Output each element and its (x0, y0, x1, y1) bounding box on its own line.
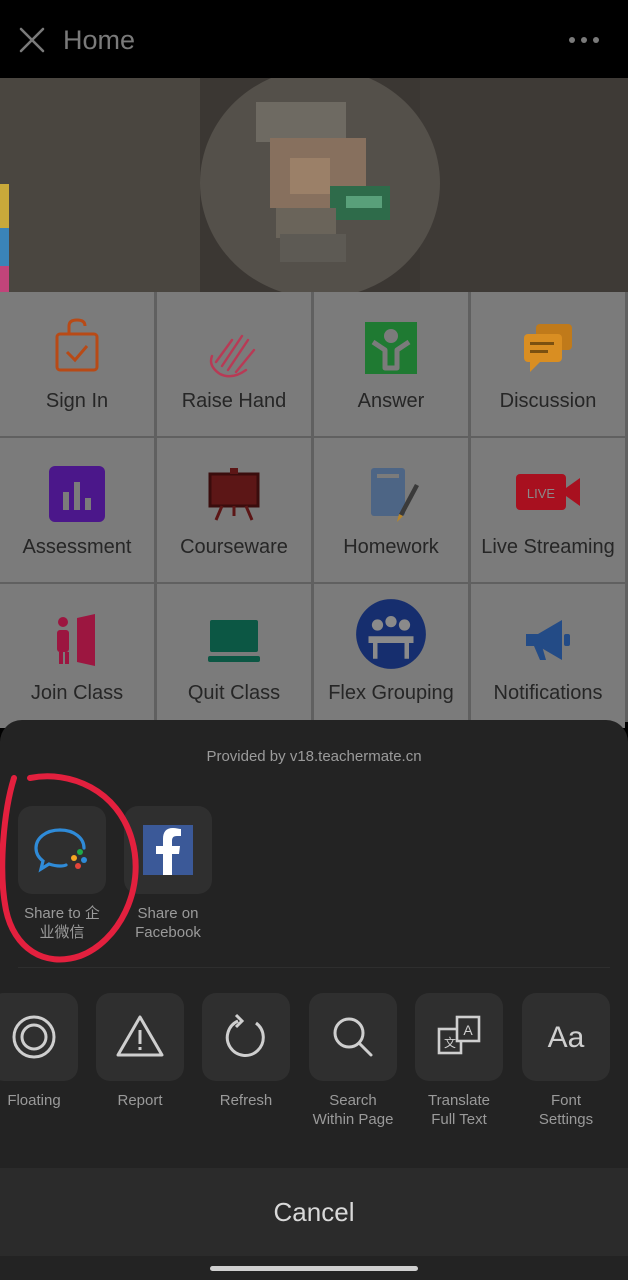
grid-item-label: Raise Hand (181, 390, 287, 412)
action-tile: Aa (522, 993, 610, 1081)
grid-item-assessment[interactable]: Assessment (0, 438, 154, 582)
laptop-icon (208, 620, 260, 662)
annotation-circle (0, 773, 139, 963)
action-label: Translate Full Text (428, 1092, 490, 1128)
top-bar: Home (0, 0, 628, 78)
svg-text:A: A (463, 1022, 473, 1038)
action-floating-button[interactable]: Floating (0, 993, 86, 1110)
calendar-check-icon (55, 318, 99, 372)
action-label: Floating (7, 1092, 61, 1109)
notebook-pen-icon (371, 468, 419, 522)
warning-icon (116, 1015, 164, 1057)
provided-by-text: Provided by v18.teachermate.cn (206, 748, 422, 765)
person-answer-icon (365, 322, 417, 374)
close-icon[interactable] (16, 24, 48, 56)
action-search-button[interactable]: Search Within Page (301, 993, 405, 1129)
grid-item-flex-grouping[interactable]: Flex Grouping (314, 584, 468, 728)
action-tile (202, 993, 290, 1081)
grid-item-notifications[interactable]: Notifications (471, 584, 625, 728)
action-font-settings-button[interactable]: Aa Font Settings (514, 993, 618, 1129)
grid-item-live-streaming[interactable]: LIVE Live Streaming (471, 438, 625, 582)
grid-item-label: Live Streaming (481, 536, 615, 558)
home-indicator[interactable] (210, 1266, 418, 1271)
search-icon (333, 1017, 373, 1057)
grid-item-label: Notifications (493, 682, 603, 704)
cancel-button[interactable]: Cancel (0, 1168, 628, 1256)
svg-text:LIVE: LIVE (527, 486, 556, 501)
pixelated-photo (0, 78, 628, 292)
hand-icon (209, 334, 256, 378)
grid-item-courseware[interactable]: Courseware (157, 438, 311, 582)
grid-item-label: Quit Class (187, 682, 281, 704)
door-enter-icon (57, 614, 95, 666)
grid-item-label: Assessment (22, 536, 132, 558)
group-icon (356, 599, 426, 669)
grid-item-label: Answer (357, 390, 425, 412)
feature-grid: Sign In Raise Hand Answer Discussion Ass… (0, 292, 628, 728)
svg-text:文: 文 (444, 1035, 456, 1050)
easel-icon (208, 468, 260, 521)
action-tile (309, 993, 397, 1081)
grid-item-homework[interactable]: Homework (314, 438, 468, 582)
action-label: Report (117, 1092, 163, 1109)
action-label: Refresh (219, 1092, 273, 1109)
action-label: Font Settings (538, 1092, 594, 1128)
grid-item-label: Sign In (45, 390, 109, 412)
refresh-icon (225, 1013, 265, 1057)
action-translate-button[interactable]: A 文 Translate Full Text (407, 993, 511, 1129)
grid-item-label: Courseware (180, 536, 288, 558)
profile-banner (0, 78, 628, 292)
more-horizontal-icon[interactable] (562, 28, 606, 52)
grid-item-label: Flex Grouping (328, 682, 454, 704)
grid-item-raise-hand[interactable]: Raise Hand (157, 292, 311, 436)
action-report-button[interactable]: Report (88, 993, 192, 1110)
action-tile (96, 993, 184, 1081)
bar-chart-icon (49, 466, 105, 522)
floating-icon (12, 1015, 56, 1059)
action-refresh-button[interactable]: Refresh (194, 993, 298, 1110)
megaphone-icon (526, 620, 570, 660)
translate-icon: A 文 (437, 1015, 481, 1055)
grid-item-label: Join Class (30, 682, 124, 704)
live-video-icon: LIVE (516, 474, 580, 510)
grid-item-quit-class[interactable]: Quit Class (157, 584, 311, 728)
action-tile (0, 993, 78, 1081)
grid-item-join-class[interactable]: Join Class (0, 584, 154, 728)
action-tile: A 文 (415, 993, 503, 1081)
grid-item-label: Discussion (499, 390, 597, 412)
page-title: Home (63, 25, 136, 55)
grid-item-answer[interactable]: Answer (314, 292, 468, 436)
grid-item-sign-in[interactable]: Sign In (0, 292, 154, 436)
font-icon: Aa (548, 1021, 585, 1054)
grid-item-discussion[interactable]: Discussion (471, 292, 625, 436)
chat-bubbles-icon (524, 324, 572, 372)
svg-text:Aa: Aa (548, 1021, 585, 1054)
grid-item-label: Homework (343, 536, 439, 558)
action-label: Search Within Page (312, 1092, 394, 1128)
